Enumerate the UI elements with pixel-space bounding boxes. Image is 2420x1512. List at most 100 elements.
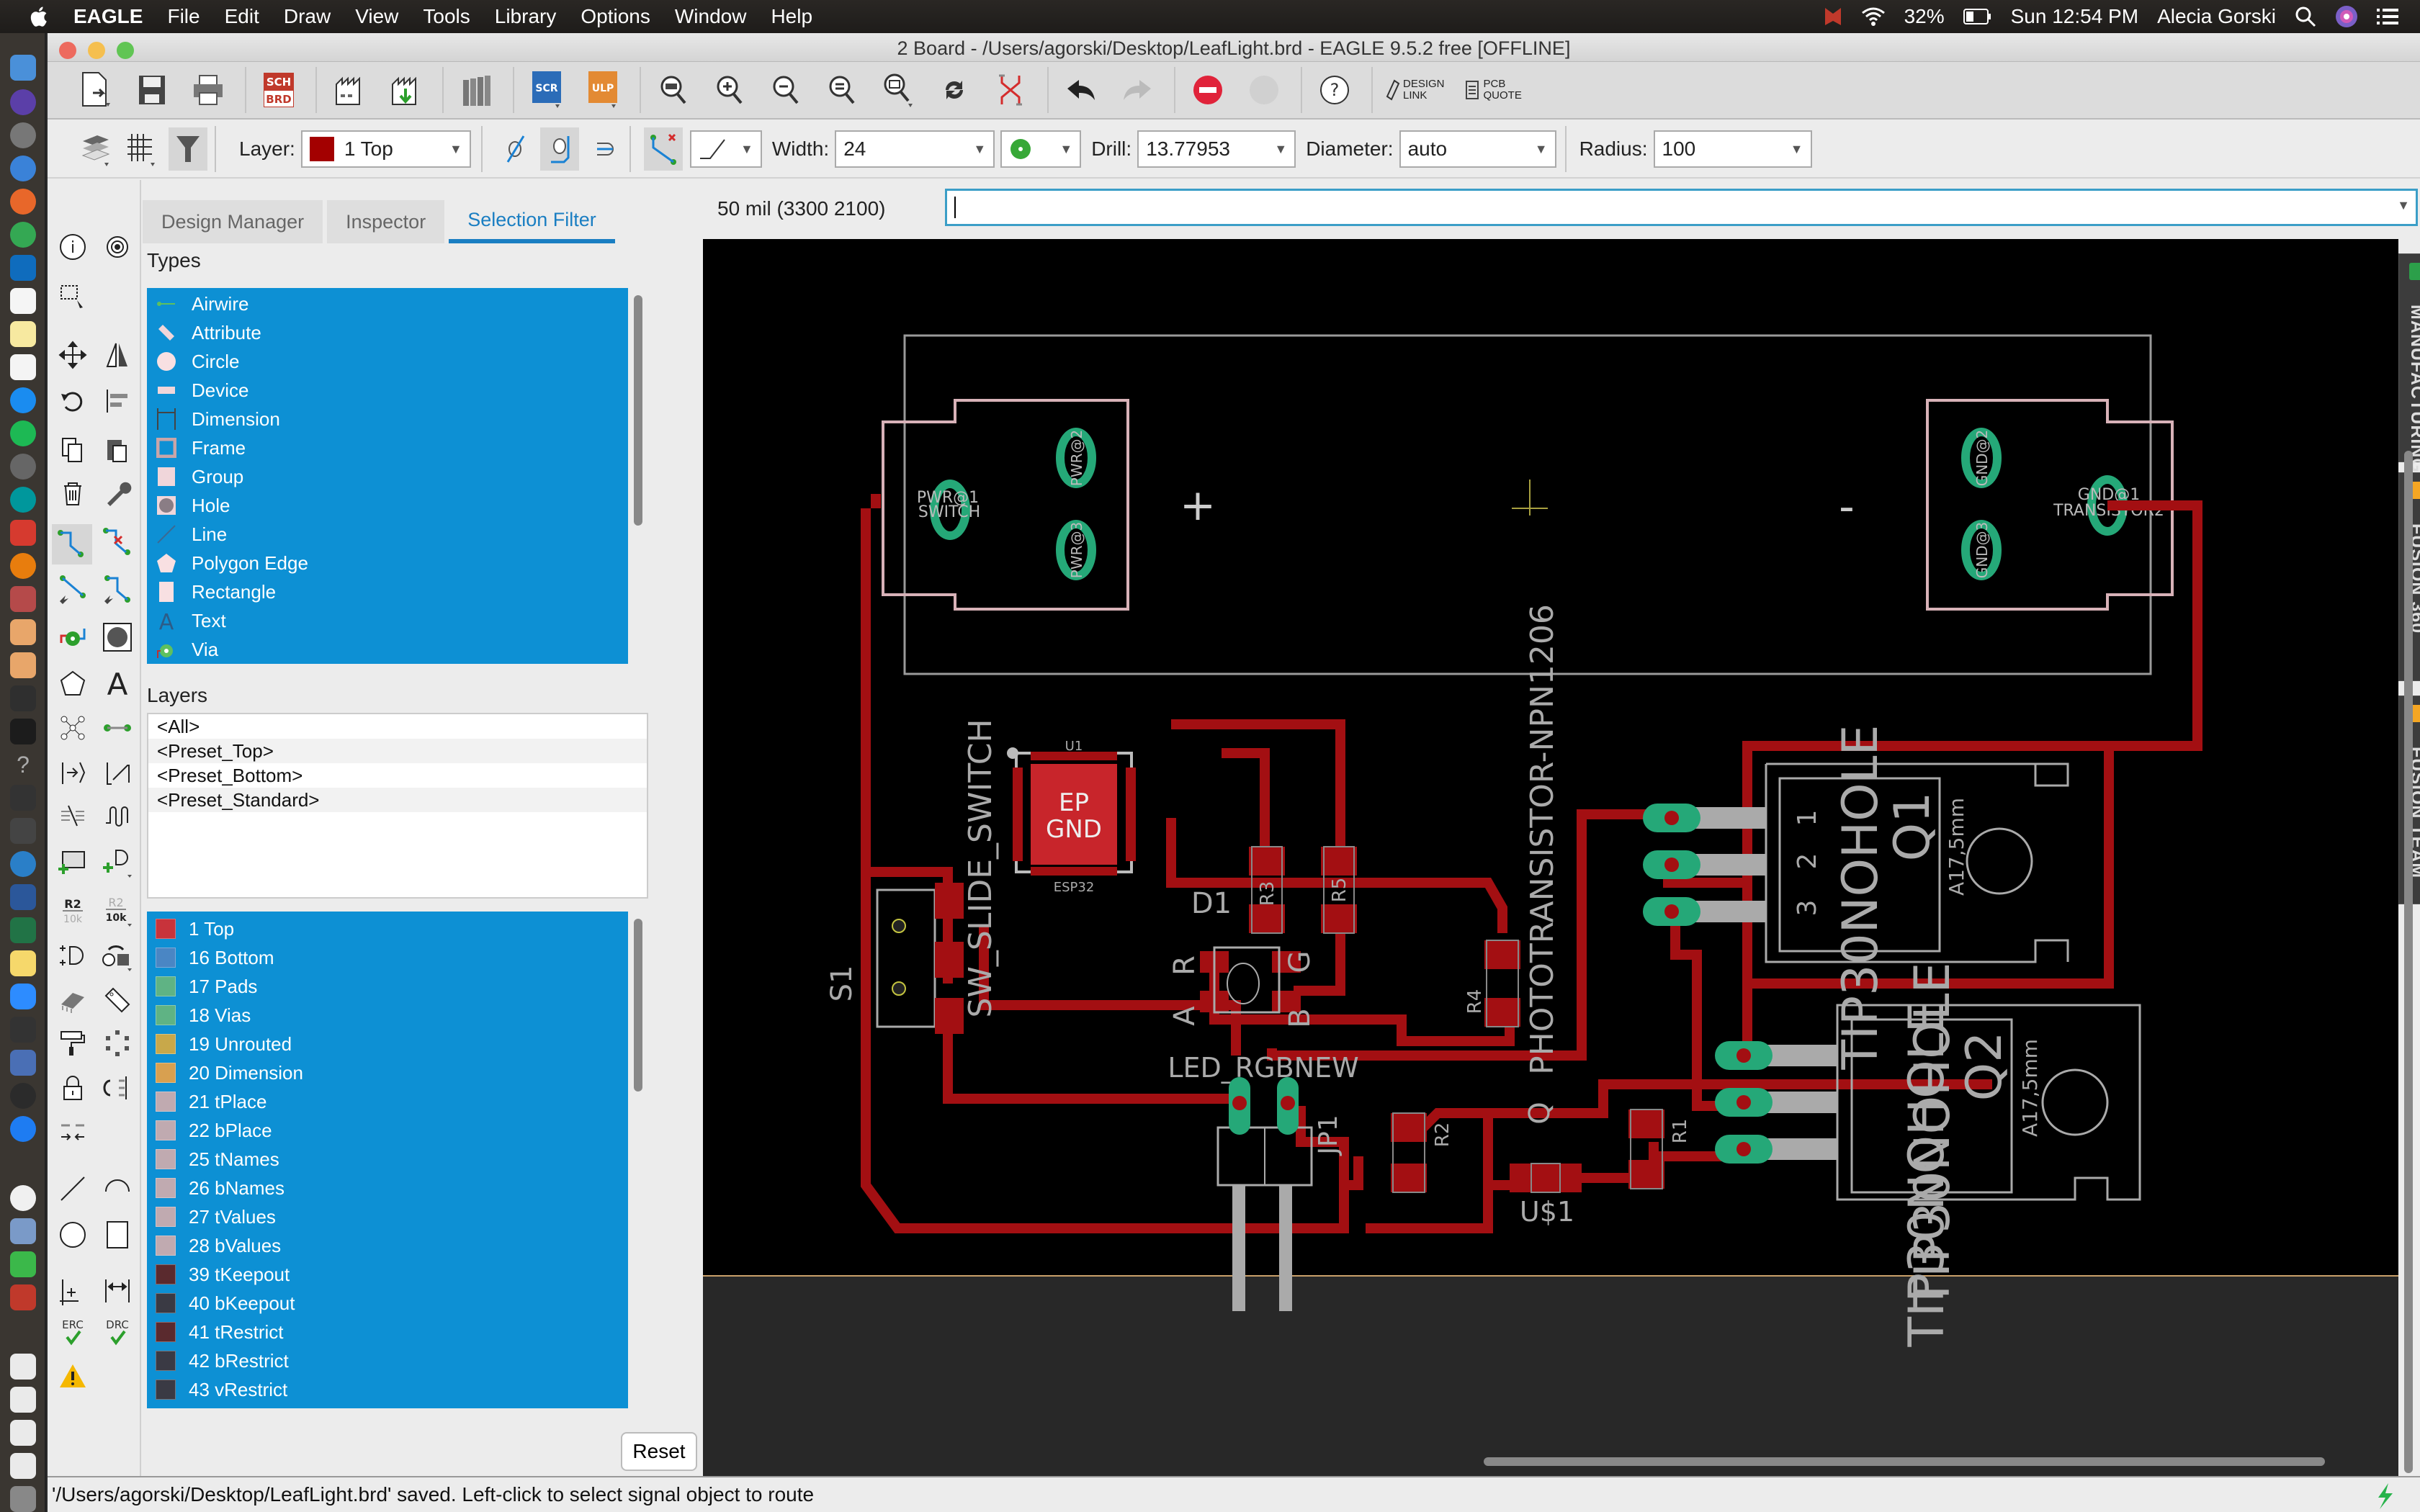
errors-button[interactable] (55, 1358, 91, 1394)
manufacturing-download-button[interactable] (386, 68, 425, 112)
excel-icon[interactable] (10, 917, 36, 943)
menu-window[interactable]: Window (675, 5, 747, 28)
replace-tool[interactable] (99, 937, 135, 973)
tab-selection-filter[interactable]: Selection Filter (449, 200, 615, 243)
apple-icon[interactable] (27, 4, 52, 29)
calendar-icon[interactable] (10, 288, 36, 314)
word-icon[interactable] (10, 884, 36, 910)
layer-item[interactable]: 20 Dimension (147, 1058, 628, 1087)
type-item-rectangle[interactable]: Rectangle (147, 577, 628, 606)
stop-button[interactable] (1188, 68, 1227, 112)
siri-dock-icon[interactable] (10, 89, 36, 115)
wire-bend-straight-button[interactable] (496, 127, 534, 171)
zoom-out-button[interactable] (766, 68, 805, 112)
types-scrollbar[interactable] (634, 295, 642, 526)
pcb-layout[interactable]: PWR@1 SWITCH GND@1 TRANSISTOR2 PWR@2 PWR… (703, 239, 2398, 1477)
blender-icon[interactable] (10, 553, 36, 579)
via-shape-select[interactable]: ▼ (1000, 130, 1082, 168)
preset-bottom[interactable]: <Preset_Bottom> (148, 763, 647, 788)
layer-item[interactable]: 41 tRestrict (147, 1318, 628, 1346)
scratch-icon[interactable] (10, 1050, 36, 1076)
microsoft-store-icon[interactable] (10, 1185, 36, 1211)
layer-select[interactable]: 1 Top ▼ (300, 130, 471, 168)
layer-item[interactable]: 21 tPlace (147, 1087, 628, 1116)
route-tool[interactable] (52, 524, 92, 564)
type-item-line[interactable]: Line (147, 520, 628, 549)
copy-tool[interactable] (55, 432, 91, 468)
wire-bend-follow-button[interactable] (585, 127, 624, 171)
sch-brd-switch-button[interactable]: SCH BRD (259, 68, 298, 112)
library-button[interactable] (457, 68, 496, 112)
go-button[interactable] (1245, 68, 1283, 112)
menu-tools[interactable]: Tools (423, 5, 470, 28)
split-tool[interactable] (55, 572, 91, 608)
zoom-fit-button[interactable] (654, 68, 693, 112)
print-button[interactable] (189, 68, 228, 112)
safari-icon[interactable] (10, 156, 36, 181)
document-thumbnail-4[interactable] (10, 1453, 36, 1479)
type-item-attribute[interactable]: Attribute (147, 318, 628, 347)
help-dock-icon[interactable]: ? (10, 752, 36, 778)
move-tool[interactable] (55, 337, 91, 373)
add-package-tool[interactable] (55, 844, 91, 880)
add-part-tool[interactable] (99, 844, 135, 880)
type-item-text[interactable]: A Text (147, 606, 628, 635)
webex-icon[interactable] (10, 851, 36, 877)
layers-scrollbar[interactable] (634, 919, 642, 1092)
pcb-quote-button[interactable]: PCB QUOTE (1465, 78, 1522, 102)
gimp-icon[interactable] (10, 818, 36, 844)
layer-item[interactable]: 18 Vias (147, 1001, 628, 1030)
gem-app-icon[interactable] (10, 586, 36, 612)
slice-tool[interactable] (99, 755, 135, 791)
undo-button[interactable] (1062, 68, 1101, 112)
polygon-tool[interactable] (55, 665, 91, 701)
design-link-button[interactable]: DESIGN LINK (1386, 78, 1445, 102)
launchpad-icon[interactable] (10, 122, 36, 148)
save-button[interactable] (133, 68, 171, 112)
zoom-select-button[interactable] (879, 68, 918, 112)
show-tool[interactable] (99, 229, 135, 265)
drc-button[interactable]: DRC (99, 1315, 135, 1351)
stickies-icon[interactable] (10, 950, 36, 976)
siri-icon[interactable] (2335, 5, 2358, 28)
component-us1[interactable] (1510, 1163, 1582, 1193)
open-button[interactable] (76, 68, 115, 112)
eagle-dock-icon[interactable] (10, 652, 36, 678)
clock[interactable]: Sun 12:54 PM (2011, 5, 2138, 28)
tab-design-manager[interactable]: Design Manager (143, 200, 323, 243)
layer-item[interactable]: 48 Document (147, 1404, 628, 1409)
layer-item[interactable]: 39 tKeepout (147, 1260, 628, 1289)
board-canvas[interactable]: PWR@1 SWITCH GND@1 TRANSISTOR2 PWR@2 PWR… (703, 239, 2398, 1477)
spotify-icon[interactable] (10, 420, 36, 446)
line-tool[interactable] (55, 1171, 91, 1207)
messenger-icon[interactable] (10, 1116, 36, 1142)
resistor-r4[interactable] (1484, 940, 1520, 1027)
canvas-horizontal-scrollbar[interactable] (1484, 1457, 2325, 1466)
attribute-tool[interactable] (99, 982, 135, 1018)
cam-processor-button[interactable] (330, 68, 369, 112)
document-thumbnail-3[interactable] (10, 1420, 36, 1446)
wire-bend-arc-button[interactable] (539, 127, 579, 171)
trash-icon[interactable] (10, 1486, 36, 1512)
airwire-tool[interactable] (99, 710, 135, 746)
diameter-select[interactable]: auto ▼ (1399, 130, 1556, 168)
text-tool[interactable]: A (99, 665, 135, 701)
drill-select[interactable]: 13.77953 ▼ (1137, 130, 1296, 168)
command-input[interactable]: ▼ (945, 189, 2418, 226)
name-tool[interactable]: R2 10k (55, 893, 91, 929)
ulp-button[interactable]: ULP (583, 68, 622, 112)
preset-standard[interactable]: <Preset_Standard> (148, 788, 647, 812)
side-tab-manufacturing[interactable]: MANUFACTURING (2398, 253, 2420, 473)
grid-button[interactable] (122, 127, 161, 171)
notification-center-icon[interactable] (2377, 7, 2398, 26)
signal-tool[interactable] (55, 710, 91, 746)
preset-all[interactable]: <All> (148, 714, 647, 739)
layer-item[interactable]: 25 tNames (147, 1145, 628, 1174)
width-select[interactable]: 24 ▼ (835, 130, 995, 168)
spread-tool[interactable] (99, 1025, 135, 1061)
delete-tool[interactable] (55, 475, 91, 511)
layer-item[interactable]: 27 tValues (147, 1202, 628, 1231)
facetime-icon[interactable] (10, 1251, 36, 1277)
spotlight-search-icon[interactable] (2295, 6, 2316, 27)
switch-pads[interactable] (935, 883, 964, 1034)
